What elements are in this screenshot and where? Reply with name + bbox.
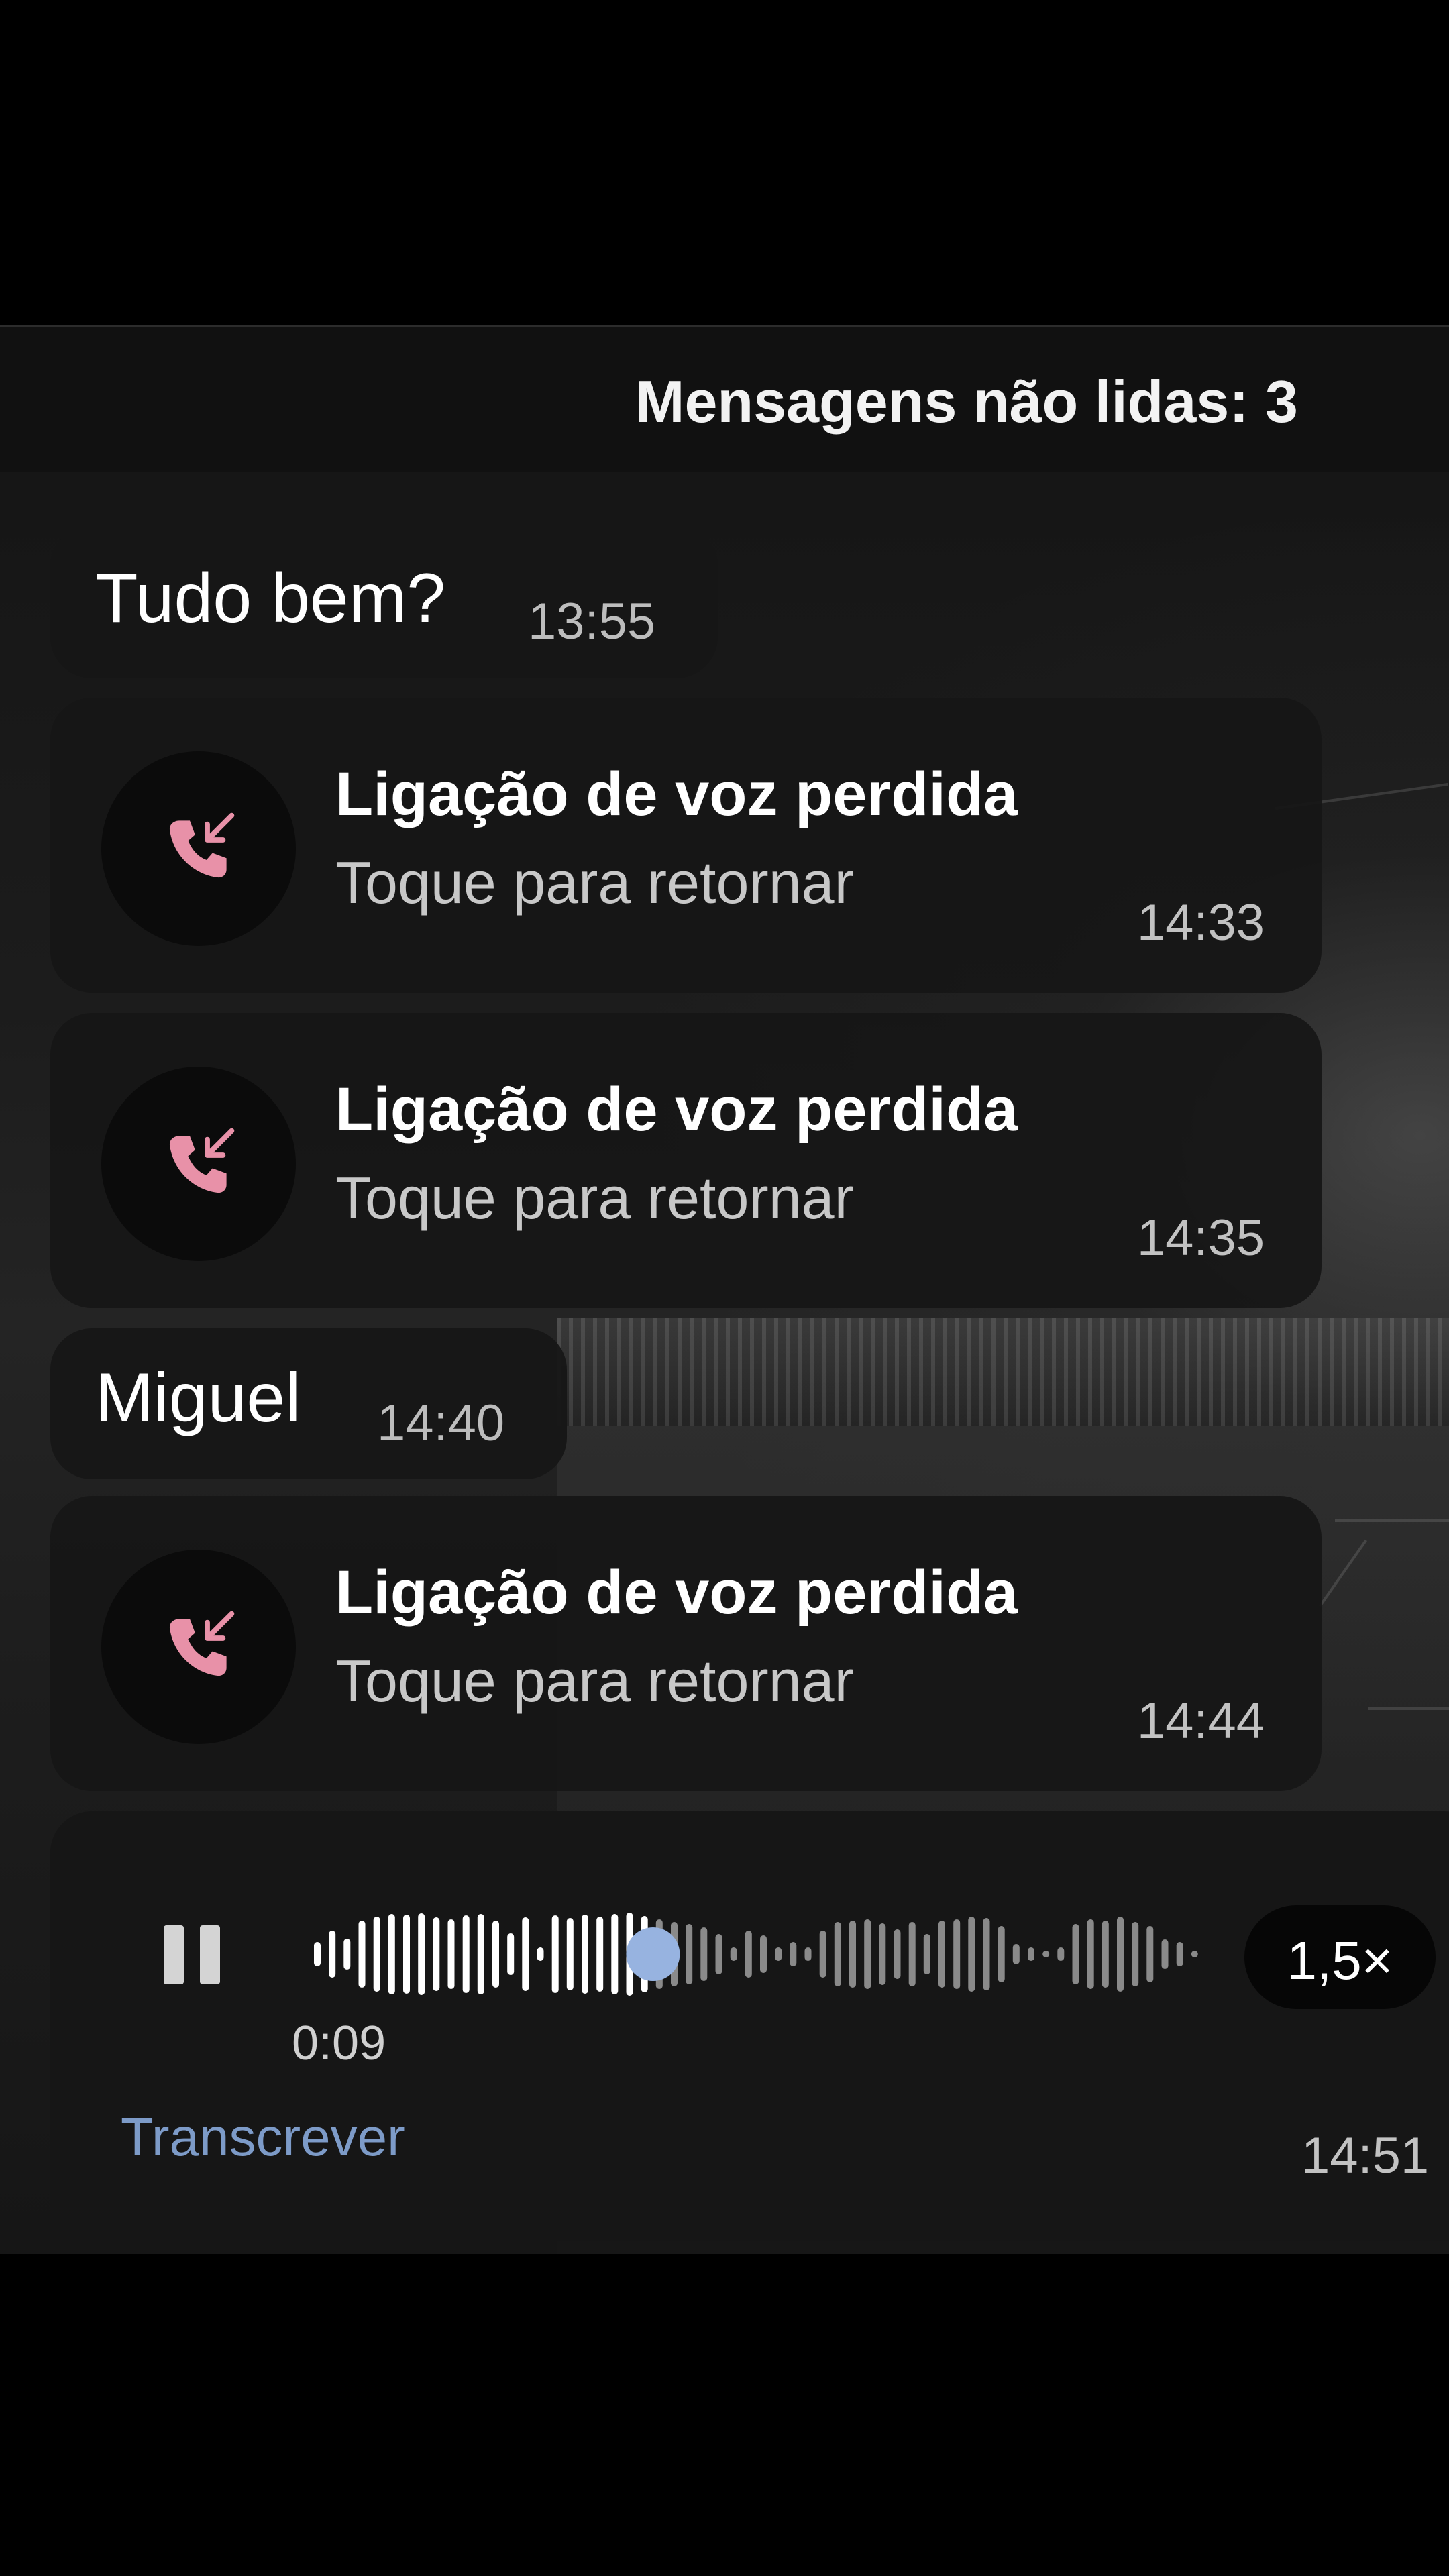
- unread-messages-label: Mensagens não lidas: 3: [635, 368, 1298, 435]
- waveform-bar: [343, 1939, 351, 1970]
- waveform-bar: [760, 1935, 767, 1973]
- message-bubble[interactable]: Miguel 14:40: [50, 1328, 567, 1479]
- call-subtitle: Toque para retornar: [335, 1648, 854, 1714]
- waveform-bar: [477, 1914, 484, 1994]
- waveform-bar: [596, 1917, 604, 1992]
- transcribe-link[interactable]: Transcrever: [121, 2106, 405, 2168]
- waveform-bar: [522, 1917, 529, 1991]
- waveform-bar: [834, 1922, 841, 1986]
- waveform-bar: [551, 1915, 559, 1993]
- pause-button[interactable]: [156, 1919, 228, 1991]
- waveform-bar: [983, 1918, 990, 1990]
- call-title: Ligação de voz perdida: [335, 1558, 1018, 1627]
- waveform-bar: [1146, 1926, 1154, 1982]
- waveform-bar: [686, 1924, 693, 1984]
- waveform-bar: [582, 1915, 588, 1994]
- playback-speed-button[interactable]: 1,5×: [1244, 1905, 1436, 2009]
- message-time: 14:51: [1301, 2127, 1430, 2184]
- message-time: 14:35: [1136, 1210, 1265, 1267]
- pause-icon: [164, 1925, 184, 1984]
- playback-speed-label: 1,5×: [1287, 1931, 1393, 1990]
- missed-call-bubble[interactable]: Ligação de voz perdida Toque para retorn…: [50, 1013, 1322, 1308]
- call-icon-button[interactable]: [101, 1067, 296, 1261]
- waveform-bar: [388, 1914, 395, 1994]
- message-time: 14:40: [377, 1395, 505, 1452]
- call-subtitle: Toque para retornar: [335, 1165, 854, 1231]
- waveform-bar: [1042, 1951, 1050, 1957]
- waveform-bar: [879, 1923, 886, 1985]
- waveform-bar: [1072, 1924, 1079, 1984]
- waveform-bar: [611, 1914, 619, 1994]
- missed-call-bubble[interactable]: Ligação de voz perdida Toque para retorn…: [50, 1496, 1322, 1791]
- waveform-bar: [507, 1933, 515, 1975]
- waveform-bar: [700, 1927, 708, 1981]
- background-line: [1335, 1519, 1449, 1522]
- waveform-bar: [923, 1934, 930, 1974]
- message-text: Miguel: [95, 1359, 301, 1437]
- waveform-bar: [1117, 1917, 1124, 1992]
- waveform-bar: [804, 1947, 812, 1961]
- waveform-bar: [358, 1921, 366, 1988]
- missed-call-incoming-icon: [169, 1611, 235, 1676]
- voice-message-bubble[interactable]: 0:09 1,5× Transcrever 14:51: [50, 1811, 1449, 2241]
- message-text: Tudo bem?: [95, 559, 446, 637]
- message-time: 13:55: [528, 593, 656, 650]
- missed-call-incoming-icon: [169, 1128, 235, 1193]
- waveform-bar: [462, 1915, 470, 1993]
- waveform-bar: [1012, 1944, 1020, 1964]
- call-subtitle: Toque para retornar: [335, 849, 854, 916]
- voice-waveform[interactable]: [309, 1897, 1211, 2011]
- missed-call-bubble[interactable]: Ligação de voz perdida Toque para retorn…: [50, 698, 1322, 993]
- call-title: Ligação de voz perdida: [335, 760, 1018, 828]
- waveform-bar: [447, 1919, 455, 1989]
- waveform-bar: [314, 1942, 321, 1966]
- call-icon-button[interactable]: [101, 1550, 296, 1744]
- chat-area[interactable]: Mensagens não lidas: 3 Tudo bem? 13:55 L…: [0, 325, 1449, 2254]
- waveform-bar: [938, 1921, 945, 1988]
- waveform-bar: [953, 1919, 961, 1989]
- waveform-bar: [418, 1913, 425, 1995]
- waveform-bar: [1028, 1947, 1034, 1961]
- playback-scrubber[interactable]: [626, 1927, 680, 1981]
- waveform-bar: [775, 1947, 782, 1961]
- background-line: [1368, 1707, 1449, 1710]
- waveform-bar: [492, 1921, 499, 1988]
- message-time: 14:44: [1136, 1693, 1265, 1750]
- waveform-bar: [373, 1917, 380, 1992]
- waveform-bar: [968, 1917, 975, 1992]
- waveform-bar: [730, 1947, 737, 1961]
- waveform-bar: [1057, 1947, 1065, 1961]
- waveform-bar: [849, 1921, 856, 1988]
- pause-icon: [200, 1925, 220, 1984]
- waveform-bar: [566, 1918, 574, 1990]
- waveform-bar: [894, 1929, 901, 1979]
- waveform-bar: [433, 1917, 440, 1991]
- message-bubble[interactable]: Tudo bem? 13:55: [50, 525, 718, 678]
- waveform-bar: [403, 1915, 410, 1994]
- waveform-bar: [998, 1926, 1005, 1982]
- call-icon-button[interactable]: [101, 751, 296, 946]
- voice-duration: 0:09: [292, 2017, 386, 2070]
- message-time: 14:33: [1136, 894, 1265, 951]
- waveform-bar: [745, 1931, 752, 1978]
- waveform-bar: [908, 1922, 916, 1986]
- waveform-bar: [1161, 1939, 1169, 1969]
- waveform-bar: [1176, 1942, 1183, 1966]
- missed-call-incoming-icon: [169, 812, 235, 878]
- waveform-bar: [1191, 1951, 1198, 1957]
- background-crowd: [557, 1318, 1449, 1426]
- waveform-bar: [537, 1947, 544, 1961]
- waveform-bar: [1132, 1922, 1139, 1986]
- unread-messages-banner: Mensagens não lidas: 3: [0, 325, 1449, 472]
- waveform-bar: [329, 1931, 336, 1978]
- waveform-bar: [1102, 1921, 1109, 1988]
- waveform-bar: [864, 1919, 871, 1989]
- waveform-bar: [715, 1934, 722, 1974]
- waveform-bar: [1087, 1919, 1094, 1989]
- waveform-bar: [790, 1942, 797, 1966]
- call-title: Ligação de voz perdida: [335, 1075, 1018, 1144]
- waveform-bar: [819, 1931, 826, 1978]
